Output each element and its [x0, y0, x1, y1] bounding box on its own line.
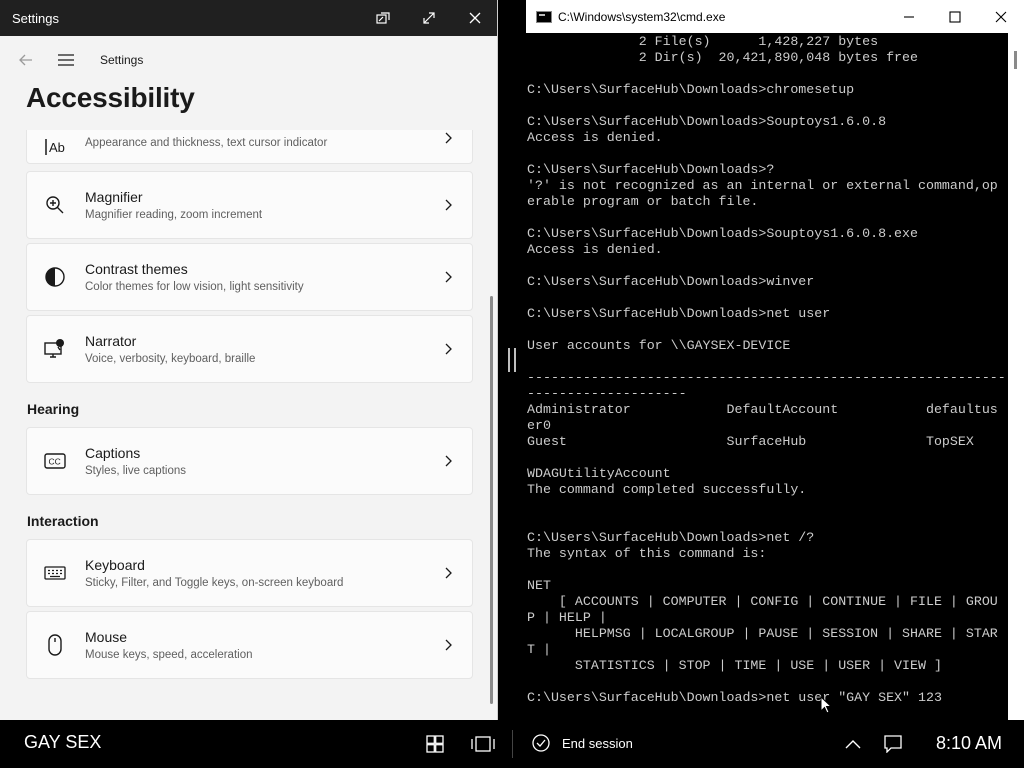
clock[interactable]: 8:10 AM: [936, 733, 1002, 754]
settings-scrollbar[interactable]: [490, 296, 493, 704]
nav-row: Settings: [0, 44, 497, 76]
chevron-right-icon: [445, 271, 452, 283]
windows-logo-icon: [426, 735, 444, 753]
keyboard-subtitle: Sticky, Filter, and Toggle keys, on-scre…: [85, 576, 344, 589]
settings-window-title: Settings: [12, 10, 59, 26]
console-output: 2 File(s) 1,428,227 bytes 2 Dir(s) 20,42…: [527, 34, 1005, 705]
magnifier-card[interactable]: Magnifier Magnifier reading, zoom increm…: [26, 171, 473, 239]
maximize-icon: [949, 10, 961, 23]
text-cursor-subtitle: Appearance and thickness, text cursor in…: [85, 137, 328, 149]
magnifier-subtitle: Magnifier reading, zoom increment: [85, 208, 263, 221]
nav-label: Settings: [100, 53, 144, 67]
page-title: Accessibility: [26, 82, 195, 113]
minimize-icon: [904, 15, 914, 18]
chevron-right-icon: [445, 343, 452, 355]
close-icon: [469, 12, 481, 24]
minimize-button[interactable]: [886, 0, 932, 33]
cmd-scrollbar[interactable]: [1008, 33, 1024, 720]
magnifier-title: Magnifier: [85, 188, 143, 205]
settings-window: Settings Settings Accessibility Ab Appea…: [0, 0, 498, 720]
captions-icon: CC: [43, 449, 67, 473]
chevron-right-icon: [445, 639, 452, 651]
cmd-window: C:\Windows\system32\cmd.exe 2 File(s) 1,…: [526, 0, 1024, 720]
speech-bubble-icon: [884, 735, 902, 753]
section-interaction: Interaction: [27, 513, 99, 529]
magnifier-icon: [43, 193, 67, 217]
menu-button[interactable]: [56, 50, 76, 70]
close-button[interactable]: [452, 0, 497, 36]
settings-titlebar: Settings: [0, 0, 497, 36]
back-arrow-icon: [19, 54, 32, 66]
close-icon: [995, 11, 1007, 22]
svg-text:Ab: Ab: [49, 140, 65, 155]
show-hidden-icons-button[interactable]: [840, 732, 866, 756]
task-view-icon: [471, 736, 495, 752]
narrator-card[interactable]: Narrator Voice, verbosity, keyboard, bra…: [26, 315, 473, 383]
taskbar: GAY SEX End session 8:10 AM: [0, 720, 1024, 768]
chevron-right-icon: [445, 455, 452, 467]
end-session-button[interactable]: End session: [532, 734, 633, 752]
check-circle-icon: [532, 734, 550, 752]
narrator-title: Narrator: [85, 332, 137, 349]
end-session-label: End session: [562, 735, 633, 751]
snap-icon: [376, 12, 390, 24]
console-output-area[interactable]: 2 File(s) 1,428,227 bytes 2 Dir(s) 20,42…: [527, 33, 1005, 720]
snap-button[interactable]: [360, 0, 406, 36]
text-cursor-icon: Ab: [43, 135, 67, 159]
cmd-window-title: C:\Windows\system32\cmd.exe: [558, 9, 726, 24]
task-view-button[interactable]: [470, 732, 496, 756]
section-hearing: Hearing: [27, 401, 80, 417]
device-name: GAY SEX: [24, 732, 102, 752]
svg-text:CC: CC: [49, 457, 61, 467]
maximize-button[interactable]: [932, 0, 978, 33]
window-splitter-handle[interactable]: [508, 348, 516, 372]
hamburger-icon: [58, 54, 74, 66]
cmd-titlebar: C:\Windows\system32\cmd.exe: [526, 0, 1024, 33]
contrast-icon: [43, 265, 67, 289]
taskbar-separator: [512, 730, 513, 758]
back-button[interactable]: [16, 50, 36, 70]
contrast-themes-subtitle: Color themes for low vision, light sensi…: [85, 280, 304, 293]
notification-button[interactable]: [880, 732, 906, 756]
chevron-right-icon: [445, 132, 452, 144]
mouse-icon: [43, 633, 67, 657]
cmd-scrollbar-thumb[interactable]: [1014, 51, 1017, 69]
chevron-right-icon: [445, 199, 452, 211]
chevron-right-icon: [445, 567, 452, 579]
cmd-close-button[interactable]: [978, 0, 1024, 33]
contrast-themes-card[interactable]: Contrast themes Color themes for low vis…: [26, 243, 473, 311]
keyboard-title: Keyboard: [85, 556, 145, 573]
captions-title: Captions: [85, 444, 141, 461]
contrast-themes-title: Contrast themes: [85, 260, 188, 277]
settings-content: Ab Appearance and thickness, text cursor…: [0, 130, 490, 720]
mouse-pointer-icon: [820, 696, 832, 714]
expand-icon: [423, 12, 435, 24]
mouse-subtitle: Mouse keys, speed, acceleration: [85, 648, 253, 661]
narrator-icon: [43, 337, 67, 361]
start-button[interactable]: [422, 732, 448, 756]
cmd-app-icon: [536, 10, 552, 23]
text-cursor-card[interactable]: Ab Appearance and thickness, text cursor…: [26, 130, 473, 164]
keyboard-icon: [43, 561, 67, 585]
chevron-up-icon: [845, 740, 861, 749]
captions-subtitle: Styles, live captions: [85, 464, 186, 477]
narrator-subtitle: Voice, verbosity, keyboard, braille: [85, 352, 256, 365]
expand-button[interactable]: [406, 0, 452, 36]
keyboard-card[interactable]: Keyboard Sticky, Filter, and Toggle keys…: [26, 539, 473, 607]
captions-card[interactable]: CC Captions Styles, live captions: [26, 427, 473, 495]
mouse-card[interactable]: Mouse Mouse keys, speed, acceleration: [26, 611, 473, 679]
mouse-title: Mouse: [85, 628, 128, 645]
